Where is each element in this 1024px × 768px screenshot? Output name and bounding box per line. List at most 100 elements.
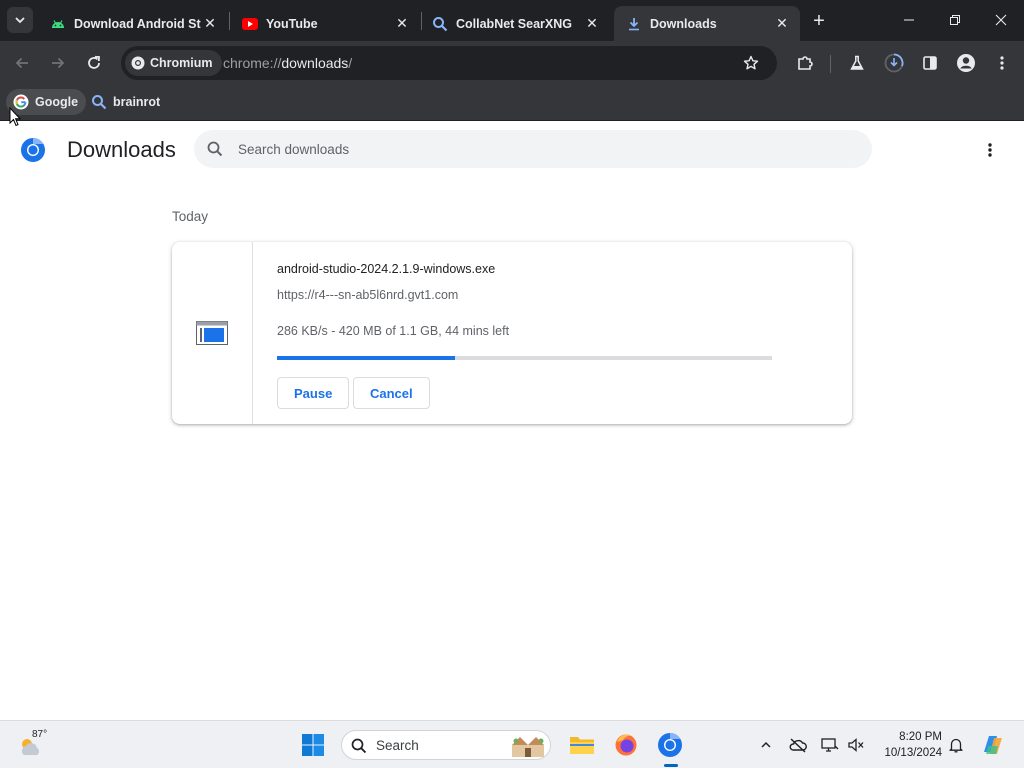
speaker-muted-icon (848, 738, 864, 752)
notifications-button[interactable] (946, 735, 966, 755)
url-path: / (348, 55, 353, 71)
file-explorer-button[interactable] (566, 729, 598, 761)
new-tab-button[interactable]: + (808, 10, 830, 32)
star-icon (743, 55, 759, 70)
tab-youtube[interactable]: YouTube ✕ (230, 6, 420, 41)
downloads-button[interactable] (883, 52, 905, 74)
cloud-off-icon (789, 738, 807, 753)
bell-icon (949, 738, 963, 753)
toolbar-divider (830, 55, 831, 73)
reload-button[interactable] (81, 50, 107, 76)
firefox-button[interactable] (610, 729, 642, 761)
network-button[interactable] (820, 735, 840, 755)
chromium-logo-icon (21, 138, 45, 162)
arrow-left-icon (15, 57, 28, 69)
close-window-button[interactable] (978, 0, 1024, 40)
bookmarks-bar: Google brainrot (0, 86, 1024, 121)
weather-temperature: 87° (32, 729, 48, 740)
side-panel-button[interactable] (919, 52, 941, 74)
bookmark-label: brainrot (113, 95, 161, 109)
show-hidden-icons-button[interactable] (756, 735, 776, 755)
url-text[interactable]: chrome://downloads/ (223, 55, 352, 71)
search-input[interactable] (238, 138, 838, 160)
minimize-button[interactable] (886, 0, 932, 40)
chromium-icon (658, 733, 682, 757)
search-downloads[interactable] (194, 130, 872, 168)
search-icon (207, 141, 223, 157)
taskbar: 87° Search 8:20 PM 10/13/2024 (0, 720, 1024, 768)
copilot-button[interactable] (980, 732, 1006, 758)
firefox-icon (615, 734, 637, 756)
windows-logo-icon (302, 734, 324, 756)
close-icon[interactable]: ✕ (394, 15, 410, 32)
profile-button[interactable] (955, 52, 977, 74)
chromium-icon (131, 56, 145, 70)
chromium-taskbar-button[interactable] (654, 729, 686, 761)
address-bar[interactable]: Chromium chrome://downloads/ (121, 46, 777, 80)
tab-title: CollabNet SearXNG (456, 16, 573, 31)
puzzle-icon (798, 56, 813, 70)
arrow-right-icon (52, 57, 65, 69)
search-icon (91, 94, 107, 110)
url-scheme: chrome:// (223, 55, 282, 71)
close-icon (995, 14, 1007, 26)
download-status: 286 KB/s - 420 MB of 1.1 GB, 44 mins lef… (277, 324, 510, 338)
tab-title: Downloads (650, 16, 717, 31)
bookmark-star-button[interactable] (741, 53, 761, 73)
exe-file-icon (196, 321, 228, 345)
tab-title: YouTube (266, 16, 318, 31)
avatar-icon (957, 54, 975, 72)
volume-button[interactable] (846, 735, 866, 755)
close-icon[interactable]: ✕ (774, 15, 790, 32)
taskbar-search-label: Search (376, 738, 419, 753)
cancel-button[interactable]: Cancel (353, 377, 430, 409)
tab-android-studio[interactable]: Download Android St ✕ (38, 6, 228, 41)
bookmark-label: Google (35, 95, 79, 109)
toolbar: Chromium chrome://downloads/ (0, 41, 1024, 86)
close-icon[interactable]: ✕ (584, 15, 600, 32)
search-highlight-illustration-icon (512, 737, 544, 757)
site-chip[interactable]: Chromium (125, 50, 222, 76)
downloads-page: Downloads Today android-studio-2024.2.1.… (0, 121, 1024, 720)
forward-button[interactable] (45, 50, 71, 76)
onedrive-button[interactable] (788, 735, 808, 755)
weather-widget[interactable]: 87° (16, 727, 60, 763)
bookmark-brainrot[interactable]: brainrot (84, 89, 168, 115)
tab-downloads[interactable]: Downloads ✕ (614, 6, 800, 41)
download-icon-column (172, 242, 253, 424)
start-button[interactable] (297, 729, 329, 761)
android-icon (50, 16, 66, 32)
tab-search-button[interactable] (7, 7, 33, 33)
search-icon (432, 16, 448, 32)
site-chip-label: Chromium (150, 56, 213, 70)
minimize-icon (904, 19, 914, 21)
restore-icon (950, 15, 960, 25)
taskbar-search[interactable]: Search (341, 730, 551, 760)
more-actions-button[interactable] (978, 138, 1002, 162)
copilot-icon (984, 736, 1002, 754)
side-panel-icon (923, 56, 937, 70)
extensions-button[interactable] (794, 52, 816, 74)
tab-collabnet-searxng[interactable]: CollabNet SearXNG ✕ (420, 6, 610, 41)
tab-title: Download Android St (74, 16, 201, 31)
chevron-down-icon (15, 17, 25, 24)
flask-icon (850, 55, 864, 70)
source-url[interactable]: https://r4---sn-ab5l6nrd.gvt1.com (277, 288, 458, 302)
labs-button[interactable] (846, 52, 868, 74)
folder-icon (570, 737, 594, 754)
chrome-menu-button[interactable] (991, 52, 1013, 74)
pause-button[interactable]: Pause (277, 377, 350, 409)
close-icon[interactable]: ✕ (202, 15, 218, 32)
restore-button[interactable] (932, 0, 978, 40)
more-vert-icon (1000, 56, 1004, 70)
file-name-link[interactable]: android-studio-2024.2.1.9-windows.exe (277, 262, 495, 276)
reload-icon (88, 55, 100, 69)
date-heading: Today (172, 209, 209, 224)
url-host: downloads (281, 55, 349, 71)
clock[interactable]: 8:20 PM 10/13/2024 (868, 729, 942, 761)
back-button[interactable] (9, 50, 35, 76)
more-vert-icon (988, 143, 992, 157)
active-app-indicator (664, 764, 678, 767)
clock-time: 8:20 PM (899, 731, 942, 743)
download-item: android-studio-2024.2.1.9-windows.exe ht… (172, 242, 852, 424)
